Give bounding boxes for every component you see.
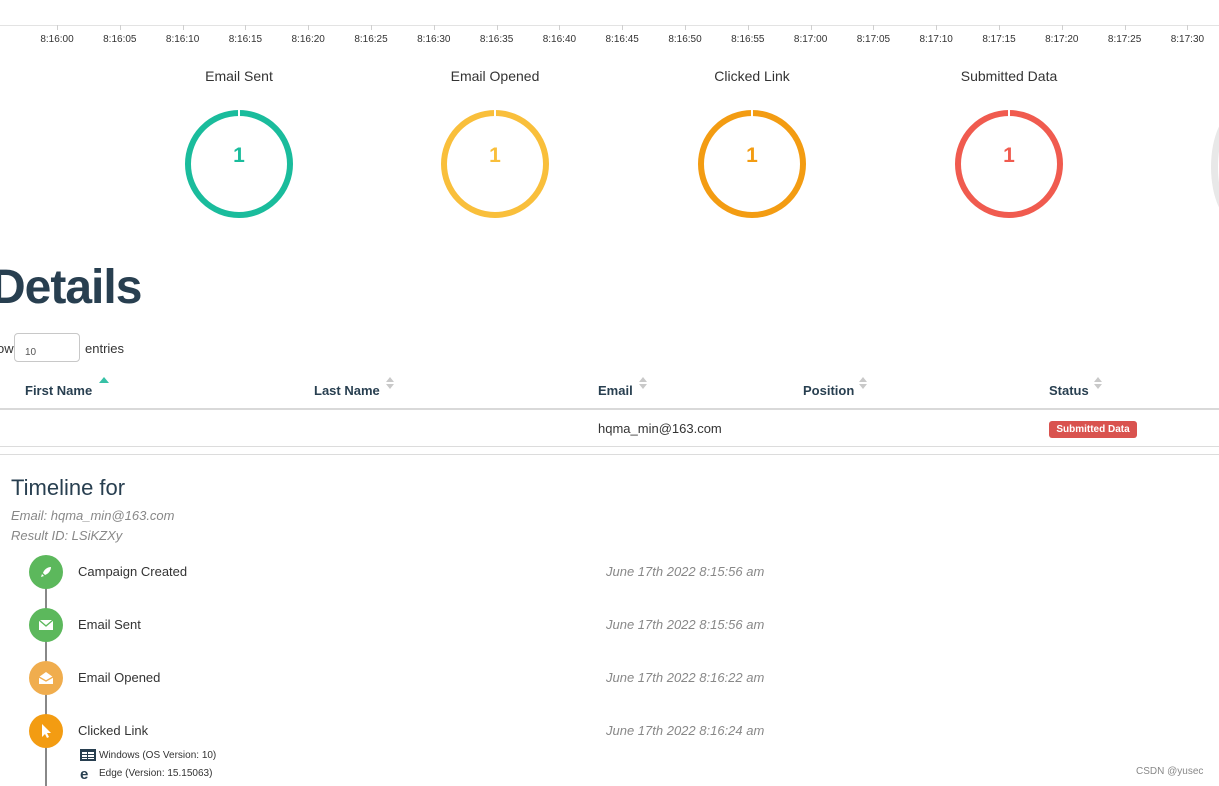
event-message: Email Opened — [78, 670, 161, 685]
stat-title: Email Opened — [450, 68, 540, 84]
timeline-event: Campaign Created June 17th 2022 8:15:56 … — [0, 555, 1219, 589]
axis-tick-label: 8:16:45 — [605, 34, 639, 45]
envelope-open-icon — [29, 661, 63, 695]
row-email: hqma_min@163.com — [598, 421, 722, 436]
rocket-icon — [29, 555, 63, 589]
sort-icon[interactable] — [858, 377, 868, 391]
donut-value: 1 — [1003, 144, 1015, 167]
axis-tick-label: 8:17:10 — [919, 34, 953, 45]
table-header-rule — [0, 408, 1219, 410]
stat-clicked-link: Clicked Link 1 — [652, 68, 852, 218]
envelope-icon — [29, 608, 63, 642]
axis-tick-mark — [747, 25, 749, 30]
stat-title: Email Sent — [205, 68, 273, 84]
axis-tick-label: 8:16:10 — [165, 34, 200, 45]
axis-tick-label: 8:16:55 — [731, 34, 765, 45]
axis-tick-label: 8:16:05 — [103, 34, 137, 45]
axis-tick-mark — [936, 25, 938, 30]
row-divider — [0, 454, 1219, 455]
entries-per-page-select[interactable]: 10 — [14, 333, 80, 362]
axis-tick-mark — [810, 25, 812, 30]
axis-tick-mark — [622, 25, 624, 30]
stat-submitted-data: Submitted Data 1 — [909, 68, 1109, 218]
stat-email-opened: Email Opened 1 — [395, 68, 595, 218]
timeline-event: Email Opened June 17th 2022 8:16:22 am — [0, 661, 1219, 695]
axis-tick-label: 8:16:00 — [40, 34, 74, 45]
browser-text: Edge (Version: 15.15063) — [99, 768, 213, 779]
svg-text:e: e — [80, 767, 88, 781]
timeline-event: Clicked Link June 17th 2022 8:16:24 am — [0, 714, 1219, 748]
submitted-data-donut: 1 — [955, 109, 1063, 218]
axis-tick-mark — [496, 25, 498, 30]
watermark: CSDN @yusec — [1136, 766, 1204, 777]
event-message: Clicked Link — [78, 723, 149, 738]
clicked-link-donut: 1 — [698, 109, 806, 218]
axis-tick-mark — [1124, 25, 1126, 30]
donut-value: 1 — [233, 144, 245, 167]
axis-tick-label: 8:16:30 — [417, 34, 451, 45]
row-divider — [0, 446, 1219, 447]
event-date: June 17th 2022 8:15:56 am — [606, 617, 765, 632]
column-header-first-name[interactable]: First Name — [25, 383, 92, 398]
cutoff-donut — [1211, 110, 1219, 224]
edge-icon: e — [80, 767, 88, 781]
axis-tick-mark — [245, 25, 247, 30]
axis-tick-mark — [999, 25, 1000, 30]
timeline-event: Email Sent June 17th 2022 8:15:56 am — [0, 608, 1219, 642]
event-message: Email Sent — [78, 617, 141, 632]
event-date: June 17th 2022 8:16:22 am — [606, 670, 765, 685]
sort-asc-icon[interactable] — [99, 377, 109, 383]
axis-tick-mark — [873, 25, 875, 30]
event-date: June 17th 2022 8:16:24 am — [606, 723, 765, 738]
axis-tick-label: 8:17:15 — [982, 34, 1016, 45]
axis-tick-label: 8:16:40 — [542, 34, 577, 45]
axis-tick-label: 8:16:25 — [354, 34, 388, 45]
stat-title: Submitted Data — [960, 68, 1058, 84]
column-header-last-name[interactable]: Last Name — [314, 383, 380, 398]
timeline-email: Email: hqma_min@163.com — [11, 508, 175, 523]
email-sent-donut: 1 — [185, 109, 293, 218]
axis-tick-label: 8:16:20 — [291, 34, 325, 45]
donut-value: 1 — [489, 144, 501, 167]
axis-tick-label: 8:16:15 — [228, 34, 263, 45]
axis-tick-mark — [685, 25, 686, 30]
donut-value: 1 — [746, 144, 758, 167]
event-message: Campaign Created — [78, 564, 188, 579]
axis-tick-label: 8:16:50 — [668, 34, 702, 45]
axis-tick-mark — [1187, 25, 1189, 30]
email-opened-donut: 1 — [441, 109, 549, 218]
timeline-title: Timeline for — [11, 475, 126, 500]
axis-tick-mark — [433, 25, 435, 30]
windows-icon — [80, 749, 96, 761]
entries-label: entries — [85, 341, 125, 356]
axis-tick-label: 8:17:25 — [1107, 34, 1142, 45]
axis-tick-label: 8:16:35 — [479, 34, 514, 45]
axis-tick-mark — [308, 25, 310, 30]
os-text: Windows (OS Version: 10) — [99, 750, 217, 761]
column-header-email[interactable]: Email — [598, 383, 633, 398]
timeline-result-id: Result ID: LSiKZXy — [11, 528, 123, 543]
sort-icon[interactable] — [638, 377, 648, 391]
axis-tick-label: 8:17:20 — [1045, 34, 1079, 45]
sort-icon[interactable] — [385, 377, 395, 391]
axis-tick-label: 8:17:00 — [793, 34, 828, 45]
mouse-pointer-icon — [29, 714, 63, 748]
stat-email-sent: Email Sent 1 — [139, 68, 339, 218]
show-label: ow — [0, 341, 14, 356]
axis-tick-label: 8:17:05 — [856, 34, 891, 45]
column-header-position[interactable]: Position — [803, 383, 854, 398]
column-header-status[interactable]: Status — [1049, 383, 1089, 398]
details-heading: Details — [0, 261, 142, 314]
axis-tick-mark — [1061, 25, 1063, 30]
axis-tick-mark — [559, 25, 561, 30]
event-date: June 17th 2022 8:15:56 am — [606, 564, 765, 579]
axis-tick-mark — [182, 25, 184, 30]
sort-icon[interactable] — [1093, 377, 1103, 391]
axis-tick-mark — [57, 25, 58, 30]
axis-tick-mark — [371, 25, 372, 30]
stat-title: Clicked Link — [714, 68, 790, 84]
status-badge: Submitted Data — [1049, 421, 1137, 438]
axis-tick-mark — [119, 25, 121, 30]
axis-tick-label: 8:17:30 — [1170, 34, 1205, 45]
